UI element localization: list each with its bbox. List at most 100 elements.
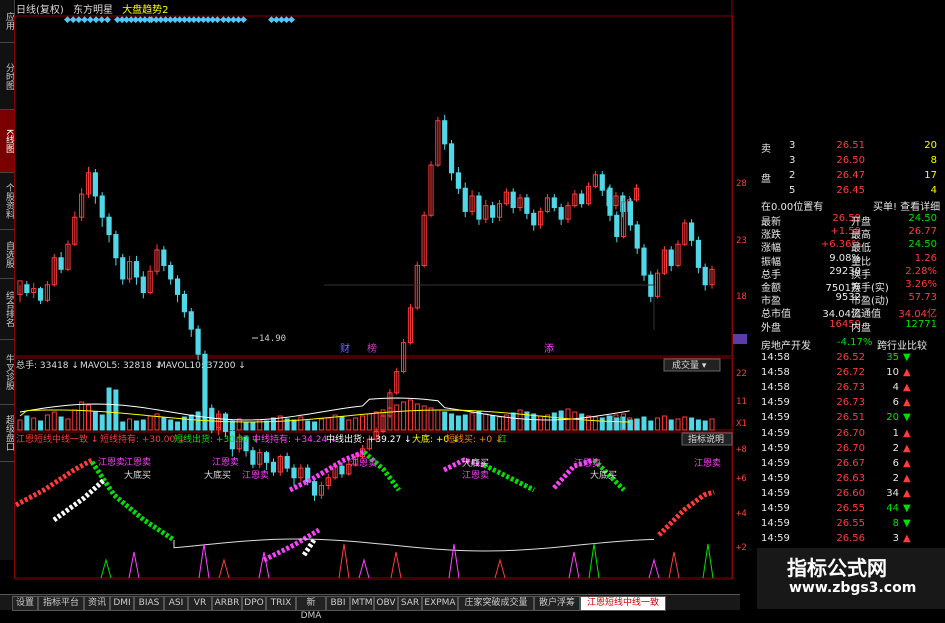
volume-bar-69 bbox=[490, 415, 496, 431]
candle-36 bbox=[264, 452, 270, 463]
sidebar-tab-7[interactable]: 超级盘口 bbox=[0, 405, 14, 462]
volume-bar-r15 bbox=[709, 418, 715, 431]
volume-bar-26 bbox=[195, 411, 201, 431]
vol-ma10: MAVOL10: 37200 ↓ bbox=[158, 361, 246, 371]
candle-40 bbox=[291, 467, 297, 479]
volume-bar-r13 bbox=[695, 419, 701, 431]
volume-axis-label: 22642 bbox=[736, 369, 747, 379]
signal-triangle-7 bbox=[390, 551, 402, 579]
sidebar-tab-1[interactable]: 分时图 bbox=[0, 43, 14, 110]
volume-axis-label: 11321 bbox=[736, 397, 747, 407]
tick-row: 14:59 26.51 20 ▼ bbox=[761, 412, 911, 424]
tick-row: 14:59 26.55 8 ▼ bbox=[761, 518, 911, 530]
orderbook-row: 盘 2 26.47 17 bbox=[761, 170, 937, 185]
signal-label-2: 大底买 bbox=[124, 469, 151, 481]
indicator-axis-label: +60.38 bbox=[736, 474, 747, 484]
sidebar-tab-0[interactable]: 应用 bbox=[0, 0, 14, 43]
quote-row: 振幅 9.08% 量比 1.26 bbox=[761, 252, 937, 268]
indicator-help-label[interactable]: 指标说明 bbox=[688, 433, 724, 445]
volume-bar-40 bbox=[291, 419, 297, 431]
candle-18 bbox=[140, 276, 146, 293]
volume-axis-label: X10 bbox=[736, 419, 747, 429]
signal-label-5: 江恩卖 bbox=[242, 470, 269, 481]
quote-row: 市盈 9532 市盈(动) 57.73 bbox=[761, 292, 937, 308]
sidebar-tab-3[interactable]: 个股资料 bbox=[0, 173, 14, 230]
watermark: 指标公式网 www.zbgs3.com bbox=[757, 548, 945, 609]
volume-bar-19 bbox=[147, 415, 153, 431]
sidebar-tab-2[interactable]: K线图 bbox=[0, 110, 14, 173]
signal-diamond: ◆ bbox=[240, 15, 247, 25]
volume-bar-7 bbox=[65, 418, 71, 431]
current-price-marker bbox=[733, 334, 747, 344]
volume-button-label[interactable]: 成交量 ▾ bbox=[672, 359, 707, 371]
volume-bar-3 bbox=[38, 420, 44, 431]
event-marker-0[interactable]: 财 bbox=[340, 342, 350, 355]
volume-bar-34 bbox=[250, 422, 256, 431]
signal-label-6: 江恩卖 bbox=[350, 458, 377, 469]
event-marker-1[interactable]: 榜 bbox=[367, 342, 377, 355]
sidebar-tab-5[interactable]: 综合排名 bbox=[0, 279, 14, 340]
tick-row: 14:58 26.52 35 ▼ bbox=[761, 352, 911, 363]
sidebar-tab-6[interactable]: 牛叉诊股 bbox=[0, 340, 14, 405]
volume-bar-22 bbox=[168, 419, 174, 431]
curve-red-2 bbox=[657, 489, 715, 537]
candle-17 bbox=[133, 261, 140, 278]
volume-bar-23 bbox=[175, 421, 181, 431]
kline-chart-area[interactable]: ◆◆◆◆◆◆◆◆ ◆◆◆◆◆◆◆◆◆◆◆◆◆◆◆◆◆◆◆◆◆◆◆ ◆◆◆◆◆ ◆◆◆◆… bbox=[14, 0, 747, 580]
signal-triangle-11 bbox=[588, 543, 600, 579]
quote-row: 外盘 16459 内盘 12771 bbox=[761, 318, 937, 334]
candle-79 bbox=[558, 207, 564, 220]
quote-row: 涨跌 +1.59 最高 26.77 bbox=[761, 226, 937, 242]
signal-label-11: 江恩卖 bbox=[694, 458, 721, 469]
volume-bar-r6 bbox=[648, 420, 654, 431]
sidebar-tab-4[interactable]: 自选股 bbox=[0, 230, 14, 279]
candle-11 bbox=[92, 172, 98, 197]
candle-21 bbox=[161, 249, 167, 266]
tick-row: 14:59 26.70 2 ▲ bbox=[761, 442, 911, 454]
volume-bar-85 bbox=[599, 417, 605, 431]
candle-37 bbox=[270, 461, 277, 473]
candle-34 bbox=[250, 450, 256, 465]
volume-bar-6 bbox=[58, 416, 64, 431]
volume-bar-82 bbox=[579, 413, 585, 431]
indicator-field-0: 短线持有: +30.00 ↓ bbox=[100, 433, 186, 445]
volume-bar-41 bbox=[298, 416, 304, 431]
volume-bar-r9 bbox=[668, 419, 674, 431]
signal-triangle-5 bbox=[338, 543, 350, 579]
signal-label-7: 大底买 bbox=[462, 457, 489, 469]
vol-total: 总手: 33418 ↓ bbox=[16, 359, 79, 371]
volume-bar-42 bbox=[305, 420, 311, 431]
signal-triangle-1 bbox=[128, 551, 140, 579]
candle-12 bbox=[99, 195, 105, 218]
tick-row: 14:59 26.73 6 ▲ bbox=[761, 397, 911, 409]
quote-row: 总手 29230 换手 2.28% bbox=[761, 265, 937, 281]
signal-triangle-14 bbox=[702, 543, 714, 579]
indicator-axis-label: +80.02 bbox=[736, 445, 747, 455]
volume-bar-58 bbox=[414, 403, 420, 431]
candle-62 bbox=[442, 120, 448, 145]
curve-green-3 bbox=[482, 462, 536, 493]
volume-bar-27 bbox=[202, 407, 208, 431]
candle-r12 bbox=[689, 222, 695, 241]
candle-13 bbox=[106, 216, 112, 236]
event-marker-2[interactable]: 添 bbox=[544, 342, 554, 355]
candle-72 bbox=[510, 191, 516, 209]
volume-bar-r5 bbox=[641, 416, 647, 431]
volume-bar-70 bbox=[497, 416, 502, 431]
signal-triangle-8 bbox=[448, 543, 460, 579]
candle-43 bbox=[311, 481, 318, 496]
candle-r3 bbox=[627, 201, 633, 226]
volume-bar-13 bbox=[106, 387, 112, 431]
price-axis-label: 18.46 bbox=[736, 292, 747, 302]
tick-row: 14:58 26.72 10 ▲ bbox=[761, 367, 911, 379]
volume-bar-1 bbox=[24, 415, 30, 431]
volume-bar-11 bbox=[92, 411, 98, 431]
candle-r9 bbox=[668, 249, 674, 266]
volume-bar-65 bbox=[462, 414, 468, 431]
volume-bar-43 bbox=[312, 421, 318, 431]
volume-bar-8 bbox=[72, 409, 78, 431]
candle-6 bbox=[58, 257, 64, 270]
volume-bar-r0 bbox=[607, 415, 613, 431]
candle-r13 bbox=[695, 239, 701, 268]
signal-triangle-13 bbox=[668, 551, 680, 579]
